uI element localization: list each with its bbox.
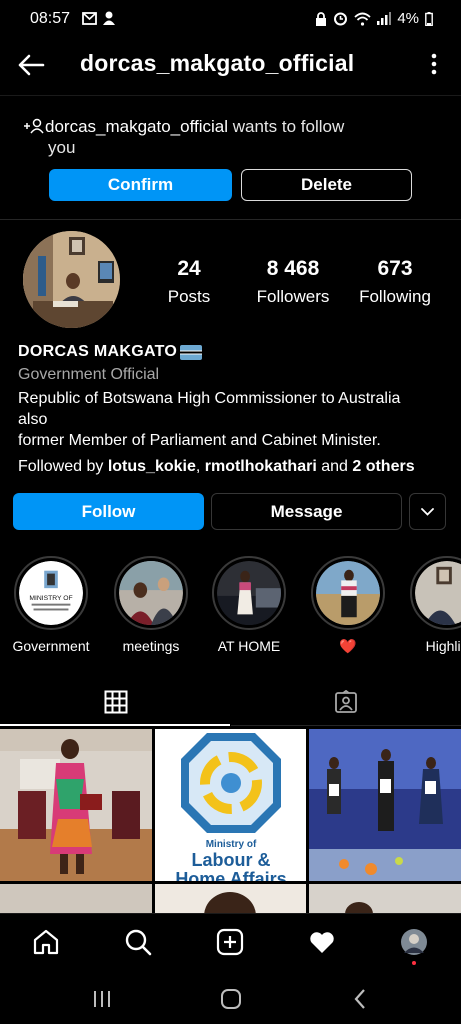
header-username: dorcas_makgato_official: [80, 50, 355, 76]
botswana-flag-icon: [180, 345, 202, 360]
activity-heart-icon[interactable]: [308, 928, 336, 956]
follow-button[interactable]: Follow: [13, 493, 204, 530]
notification-dot: [412, 961, 416, 965]
followed-by-user[interactable]: rmotlhokathari: [205, 458, 317, 475]
post-thumbnail[interactable]: [0, 884, 152, 914]
recent-apps-icon[interactable]: [92, 990, 112, 1013]
battery-percent: 4%: [397, 10, 419, 27]
highlight-cover: [311, 556, 385, 630]
followed-by-and: and: [316, 458, 353, 475]
posts-label: Posts: [167, 287, 211, 306]
profile-name: DORCAS MAKGATO: [18, 343, 178, 360]
search-icon[interactable]: [124, 928, 152, 956]
highlight-label: AT HOME: [217, 638, 281, 654]
profile-avatar-tab[interactable]: [400, 928, 428, 965]
home-button-icon[interactable]: [220, 988, 242, 1015]
highlight-item[interactable]: meetings: [111, 556, 191, 654]
followers-count: 8 468: [266, 257, 320, 280]
highlight-cover-text: MINISTRY OF: [29, 595, 72, 602]
signal-icon: [377, 12, 392, 25]
profile-avatar[interactable]: [23, 231, 120, 328]
stat-posts[interactable]: 24 Posts: [150, 257, 228, 307]
home-icon[interactable]: [32, 928, 60, 956]
mail-icon: [82, 12, 97, 29]
followed-by-separator: ,: [195, 458, 205, 475]
status-right: 4%: [315, 10, 433, 27]
followers-label: Followers: [256, 287, 330, 306]
wifi-icon: [354, 12, 371, 26]
followed-by-text[interactable]: Followed by lotus_kokie, rmotlhokathari …: [18, 458, 415, 476]
stat-followers[interactable]: 8 468 Followers: [246, 257, 340, 307]
profile-tabs: [0, 680, 461, 726]
request-text-line2: you: [48, 138, 76, 157]
request-text-suffix: wants to follow: [228, 117, 345, 136]
post-text: Ministry of: [206, 839, 257, 850]
following-label: Following: [359, 287, 431, 306]
highlight-cover: MINISTRY OF: [14, 556, 88, 630]
highlight-item[interactable]: ❤️: [308, 556, 388, 655]
profile-bio: Republic of Botswana High Commissioner t…: [18, 388, 448, 451]
back-arrow-icon[interactable]: [14, 48, 48, 82]
more-options-icon[interactable]: [429, 50, 439, 78]
system-navigation-bar: [0, 972, 461, 1024]
post-thumbnail[interactable]: [0, 729, 152, 881]
tagged-person-icon: [335, 690, 357, 713]
suggested-accounts-button[interactable]: [409, 493, 446, 530]
follow-request-banner: dorcas_makgato_official wants to follow …: [0, 95, 461, 220]
bottom-navigation: [0, 913, 461, 972]
bio-line: former Member of Parliament and Cabinet …: [18, 432, 381, 449]
post-thumbnail[interactable]: [155, 884, 306, 940]
highlight-label: Highlig: [425, 638, 461, 654]
post-thumbnail[interactable]: Ministry of Labour & Home Affairs: [155, 729, 306, 889]
add-user-icon: [24, 118, 44, 134]
status-bar: 08:57 4%: [0, 0, 461, 40]
highlight-item[interactable]: MINISTRY OF Government: [11, 556, 91, 654]
following-count: 673: [377, 257, 413, 280]
highlight-item[interactable]: AT HOME: [209, 556, 289, 654]
top-bar: dorcas_makgato_official: [0, 40, 461, 88]
highlight-label: Government: [12, 638, 90, 654]
back-button-icon[interactable]: [352, 988, 368, 1015]
stat-following[interactable]: 673 Following: [352, 257, 438, 307]
followed-by-prefix: Followed by: [18, 458, 108, 475]
delete-button[interactable]: Delete: [241, 169, 412, 201]
followed-by-others[interactable]: 2 others: [352, 458, 414, 475]
new-post-icon[interactable]: [216, 928, 244, 956]
highlight-item[interactable]: Highlig: [407, 556, 461, 654]
profile-category: Government Official: [18, 366, 160, 383]
status-time: 08:57: [30, 10, 71, 27]
highlight-cover: [410, 556, 461, 630]
chevron-down-icon: [421, 508, 434, 516]
bio-line: Republic of Botswana High Commissioner t…: [18, 390, 401, 407]
post-text: Labour &: [192, 850, 271, 870]
followed-by-user[interactable]: lotus_kokie: [108, 458, 196, 475]
message-button[interactable]: Message: [211, 493, 402, 530]
tab-posts-grid[interactable]: [0, 680, 230, 726]
battery-icon: [425, 11, 433, 26]
highlight-label: meetings: [122, 638, 180, 654]
highlight-label: ❤️: [339, 638, 357, 654]
highlight-cover: [114, 556, 188, 630]
alarm-icon: [334, 12, 348, 26]
post-thumbnail[interactable]: [309, 729, 461, 881]
highlight-cover: [212, 556, 286, 630]
app-notification-icon: [102, 10, 116, 30]
post-thumbnail[interactable]: [309, 884, 461, 926]
posts-count: 24: [177, 257, 201, 280]
confirm-button[interactable]: Confirm: [49, 169, 232, 201]
grid-icon: [104, 690, 128, 714]
post-text: Home Affairs: [175, 869, 286, 881]
lock-icon: [316, 11, 327, 26]
request-username[interactable]: dorcas_makgato_official: [45, 117, 228, 136]
follow-request-text: dorcas_makgato_official wants to follow …: [24, 116, 408, 158]
bio-line: also: [18, 411, 48, 428]
tab-tagged[interactable]: [231, 680, 461, 726]
